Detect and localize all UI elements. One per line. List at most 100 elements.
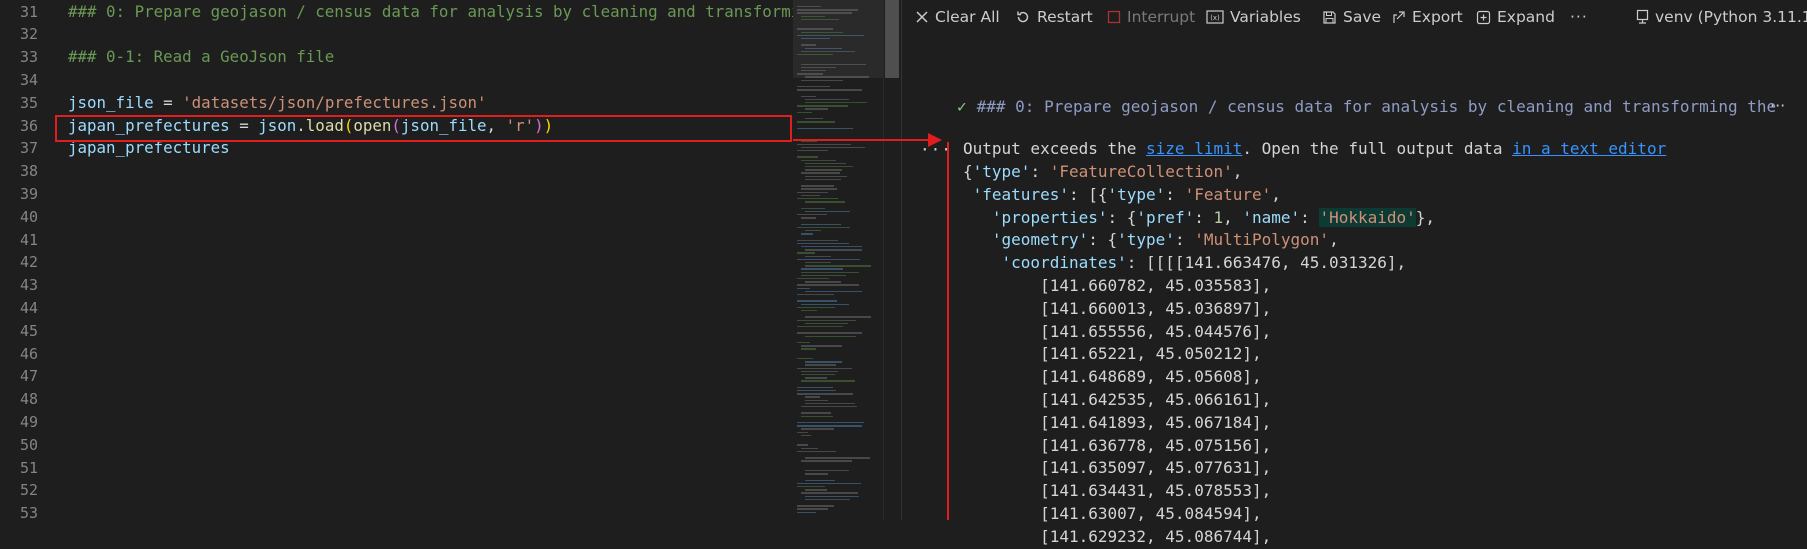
minimap-line: [805, 489, 828, 491]
minimap-line: [805, 361, 842, 363]
output-token: 'Hokkaido': [1319, 207, 1416, 227]
more-actions-button[interactable]: ···: [1570, 0, 1588, 34]
output-token: 'type': [1107, 184, 1166, 204]
output-token: [141.648689, 45.05608],: [963, 367, 1262, 387]
minimap-line: [801, 268, 844, 270]
code-line[interactable]: 42: [0, 251, 793, 274]
variables-button[interactable]: (x) Variables: [1206, 0, 1301, 34]
minimap-line: [805, 470, 849, 472]
export-button[interactable]: Export: [1390, 0, 1463, 34]
output-line: 'geometry': {'type': 'MultiPolygon',: [963, 229, 1339, 252]
code-line[interactable]: 51: [0, 457, 793, 480]
minimap-line: [797, 306, 836, 309]
line-number: 43: [19, 276, 38, 295]
notice-middle: . Open the full output data: [1242, 139, 1513, 158]
code-line[interactable]: 49: [0, 411, 793, 434]
minimap-line: [805, 47, 843, 49]
minimap[interactable]: [793, 0, 883, 520]
code-line[interactable]: 33 ### 0-1: Read a GeoJson file: [0, 46, 793, 69]
output-token: :: [1300, 207, 1320, 227]
code-line[interactable]: 44: [0, 297, 793, 320]
minimap-line: [801, 207, 825, 209]
code-line[interactable]: 39: [0, 183, 793, 206]
output-token: :: [1030, 162, 1050, 181]
minimap-line: [801, 185, 834, 187]
code-line[interactable]: 53: [0, 502, 793, 520]
code-line[interactable]: 47: [0, 365, 793, 388]
size-limit-link[interactable]: size limit: [1146, 139, 1242, 158]
code-line[interactable]: 48: [0, 388, 793, 411]
code-line[interactable]: 50: [0, 434, 793, 457]
kernel-label: venv (Python 3.11.1): [1655, 8, 1807, 26]
cell-header[interactable]: ✓ ### 0: Prepare geojason / census data f…: [957, 97, 1776, 116]
output-token: [141.629232, 45.086744],: [963, 526, 1272, 546]
output-token: 'name': [1242, 207, 1301, 227]
editor-scrollbar[interactable]: [883, 0, 900, 520]
minimap-line: [797, 258, 861, 261]
minimap-line: [797, 6, 822, 8]
minimap-line: [805, 335, 857, 337]
code-line[interactable]: 46: [0, 343, 793, 366]
minimap-line: [801, 66, 837, 69]
output-token: [141.635097, 45.077631],: [963, 458, 1272, 478]
minimap-line: [801, 246, 863, 248]
code-line[interactable]: 40: [0, 206, 793, 229]
minimap-line: [797, 287, 810, 289]
minimap-line: [797, 393, 853, 395]
code-line[interactable]: 32: [0, 23, 793, 46]
output-line: [141.629232, 45.086744],: [963, 526, 1271, 549]
minimap-line: [797, 505, 835, 507]
interrupt-button[interactable]: Interrupt: [1107, 0, 1195, 34]
minimap-line: [805, 166, 854, 168]
kernel-picker[interactable]: venv (Python 3.11.1): [1636, 0, 1807, 34]
code-line[interactable]: 43: [0, 274, 793, 297]
code-token: json_file: [68, 92, 154, 112]
line-number: 39: [19, 184, 38, 203]
minimap-line: [801, 274, 847, 277]
minimap-line: [805, 290, 863, 293]
minimap-line: [797, 284, 859, 286]
editor-scrollbar-thumb[interactable]: [885, 0, 899, 78]
clear-all-button[interactable]: Clear All: [915, 0, 1000, 34]
code-line[interactable]: 45: [0, 320, 793, 343]
minimap-line: [797, 508, 828, 510]
minimap-line: [797, 390, 836, 392]
restart-button[interactable]: Restart: [1015, 0, 1093, 34]
annotation-arrow-line: [793, 139, 933, 141]
output-token: [141.641893, 45.067184],: [963, 412, 1272, 432]
code-line[interactable]: 31 ### 0: Prepare geojason / census data …: [0, 1, 793, 24]
minimap-line: [801, 271, 859, 273]
line-number: 35: [19, 93, 38, 112]
output-token: :: [1174, 230, 1195, 250]
output-token: [141.660013, 45.036897],: [963, 298, 1272, 318]
output-line: [141.65221, 45.050212],: [963, 343, 1262, 366]
output-line: {'type': 'FeatureCollection',: [963, 161, 1242, 184]
minimap-line: [805, 473, 829, 475]
annotation-arrow-head: [928, 133, 942, 147]
minimap-line: [797, 12, 853, 14]
minimap-line: [801, 38, 831, 40]
code-line[interactable]: 35 json_file = 'datasets/json/prefectures…: [0, 92, 793, 115]
code-text: ### 0-1: Read a GeoJson file: [68, 46, 334, 69]
code-line[interactable]: 41: [0, 229, 793, 252]
minimap-line: [797, 54, 834, 56]
save-button[interactable]: Save: [1322, 0, 1381, 34]
line-number: 34: [19, 70, 38, 89]
minimap-line: [805, 364, 836, 366]
code-line[interactable]: 38: [0, 160, 793, 183]
line-number: 45: [19, 321, 38, 340]
code-editor[interactable]: 31 ### 0: Prepare geojason / census data …: [0, 0, 793, 520]
line-number: 37: [19, 139, 38, 158]
cell-more-actions[interactable]: ···: [1770, 96, 1785, 115]
output-line: [141.634431, 45.078553],: [963, 480, 1271, 503]
more-actions-label: ···: [1570, 8, 1588, 26]
code-line[interactable]: 52: [0, 479, 793, 502]
open-in-text-editor-link[interactable]: in a text editor: [1512, 139, 1666, 158]
minimap-line: [805, 162, 846, 165]
line-number: 33: [19, 48, 38, 67]
minimap-line: [801, 172, 840, 174]
minimap-line: [801, 428, 834, 430]
output-token: 'coordinates': [1001, 253, 1127, 273]
code-line[interactable]: 34: [0, 69, 793, 92]
expand-button[interactable]: Expand: [1476, 0, 1555, 34]
